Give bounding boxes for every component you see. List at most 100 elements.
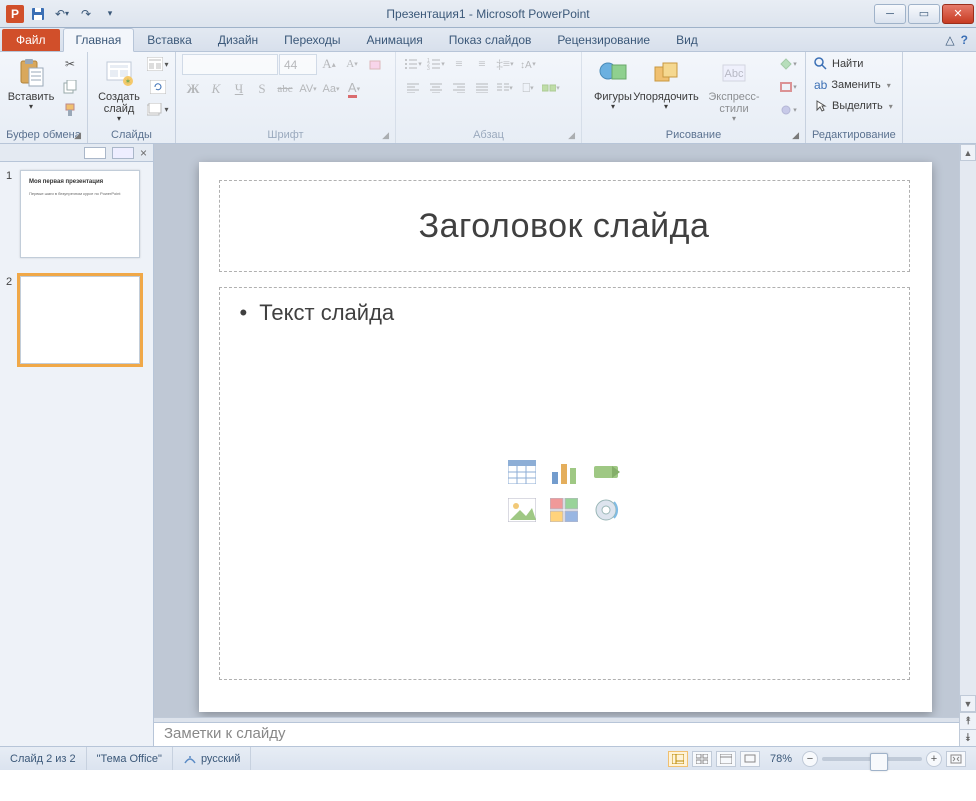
workspace: × 1 Моя первая презентация Первые шаги в… (0, 144, 976, 746)
find-button[interactable]: Найти (812, 54, 865, 74)
align-left-icon[interactable] (402, 78, 424, 98)
help-icon[interactable]: ? (961, 33, 968, 47)
paste-button[interactable]: Вставить ▾ (6, 54, 56, 115)
font-size-input[interactable] (279, 54, 317, 75)
tab-review[interactable]: Рецензирование (544, 28, 663, 51)
tab-home[interactable]: Главная (63, 28, 135, 52)
section-icon[interactable]: ▾ (147, 100, 169, 120)
reading-view-icon[interactable] (716, 751, 736, 767)
thumb-2[interactable]: 2 (6, 276, 147, 364)
spacing-button[interactable]: AV▾ (297, 79, 319, 99)
line-spacing-icon[interactable]: ‡≡▾ (494, 54, 516, 74)
outline-tab-icon[interactable] (112, 147, 134, 159)
paragraph-launcher-icon[interactable]: ◢ (568, 130, 575, 141)
increase-indent-icon[interactable]: ≡ (471, 54, 493, 74)
case-button[interactable]: Aa▾ (320, 79, 342, 99)
undo-icon[interactable]: ↶▾ (52, 4, 72, 24)
insert-clipart-icon[interactable] (546, 494, 582, 526)
shrink-font-icon[interactable]: A▾ (341, 54, 363, 74)
clipboard-launcher-icon[interactable]: ◢ (74, 130, 81, 141)
new-slide-button[interactable]: ✶ Создать слайд ▾ (94, 54, 144, 127)
smartart-icon[interactable]: ▾ (540, 78, 562, 98)
maximize-button[interactable]: ▭ (908, 4, 940, 24)
next-slide-icon[interactable]: ⯯ (960, 729, 976, 746)
redo-icon[interactable]: ↷ (76, 4, 96, 24)
language-indicator[interactable]: русский (173, 747, 251, 770)
slide-canvas[interactable]: Заголовок слайда Текст слайда (199, 162, 932, 712)
layout-icon[interactable]: ▾ (147, 54, 169, 74)
clipboard-label: Буфер обмена (6, 129, 81, 141)
align-text-icon[interactable]: ⎕▾ (517, 78, 539, 98)
minimize-button[interactable]: ─ (874, 4, 906, 24)
copy-icon[interactable] (59, 77, 81, 97)
normal-view-icon[interactable] (668, 751, 688, 767)
justify-icon[interactable] (471, 78, 493, 98)
replace-button[interactable]: abЗаменить▾ (812, 75, 893, 95)
qat-dropdown-icon[interactable]: ▾ (100, 4, 120, 24)
drawing-launcher-icon[interactable]: ◢ (792, 130, 799, 141)
italic-button[interactable]: К (205, 79, 227, 99)
strike-button[interactable]: abc (274, 79, 296, 99)
font-launcher-icon[interactable]: ◢ (382, 130, 389, 141)
decrease-indent-icon[interactable]: ≡ (448, 54, 470, 74)
shape-effects-icon[interactable]: ▾ (777, 100, 799, 120)
theme-indicator[interactable]: "Тема Office" (87, 747, 173, 770)
arrange-button[interactable]: Упорядочить▾ (641, 54, 691, 115)
cut-icon[interactable]: ✂ (59, 54, 81, 74)
minimize-ribbon-icon[interactable]: △ (945, 33, 954, 47)
underline-button[interactable]: Ч (228, 79, 250, 99)
select-button[interactable]: Выделить▾ (812, 96, 895, 116)
bold-button[interactable]: Ж (182, 79, 204, 99)
shapes-button[interactable]: Фигуры▾ (588, 54, 638, 115)
font-color-button[interactable]: A▾ (343, 79, 365, 99)
insert-media-icon[interactable] (588, 494, 624, 526)
title-placeholder[interactable]: Заголовок слайда (219, 180, 910, 272)
vertical-scrollbar[interactable]: ▲ ▼ ⯭ ⯯ (959, 144, 976, 746)
reset-icon[interactable] (147, 77, 169, 97)
file-tab[interactable]: Файл (2, 29, 60, 51)
shape-fill-icon[interactable]: ▾ (777, 54, 799, 74)
zoom-in-button[interactable]: + (926, 751, 942, 767)
scroll-up-icon[interactable]: ▲ (960, 144, 976, 161)
fit-button[interactable] (946, 751, 966, 767)
tab-animations[interactable]: Анимация (353, 28, 435, 51)
slideshow-view-icon[interactable] (740, 751, 760, 767)
clear-format-icon[interactable] (364, 54, 386, 74)
insert-smartart-icon[interactable] (588, 456, 624, 488)
tab-slideshow[interactable]: Показ слайдов (436, 28, 545, 51)
grow-font-icon[interactable]: A▴ (318, 54, 340, 74)
tab-insert[interactable]: Вставка (134, 28, 205, 51)
format-painter-icon[interactable] (59, 100, 81, 120)
slides-tab-icon[interactable] (84, 147, 106, 159)
insert-chart-icon[interactable] (546, 456, 582, 488)
body-placeholder[interactable]: Текст слайда (219, 287, 910, 680)
shape-outline-icon[interactable]: ▾ (777, 77, 799, 97)
thumb-1[interactable]: 1 Моя первая презентация Первые шаги в б… (6, 170, 147, 258)
scroll-down-icon[interactable]: ▼ (960, 695, 976, 712)
tab-transitions[interactable]: Переходы (271, 28, 353, 51)
quick-styles-button[interactable]: Abc Экспресс-стили▾ (694, 54, 774, 127)
font-name-input[interactable] (182, 54, 278, 75)
zoom-out-button[interactable]: − (802, 751, 818, 767)
sorter-view-icon[interactable] (692, 751, 712, 767)
notes-pane[interactable]: Заметки к слайду (154, 722, 959, 746)
bullets-icon[interactable]: ▾ (402, 54, 424, 74)
align-center-icon[interactable] (425, 78, 447, 98)
shadow-button[interactable]: S (251, 79, 273, 99)
insert-table-icon[interactable] (504, 456, 540, 488)
zoom-level[interactable]: 78% (770, 753, 792, 765)
close-button[interactable]: ✕ (942, 4, 974, 24)
prev-slide-icon[interactable]: ⯭ (960, 712, 976, 729)
slide-indicator[interactable]: Слайд 2 из 2 (0, 747, 87, 770)
tab-design[interactable]: Дизайн (205, 28, 271, 51)
save-icon[interactable] (28, 4, 48, 24)
text-direction-icon[interactable]: ↕A▾ (517, 54, 539, 74)
align-right-icon[interactable] (448, 78, 470, 98)
numbering-icon[interactable]: 123▾ (425, 54, 447, 74)
tab-view[interactable]: Вид (663, 28, 711, 51)
app-icon[interactable]: P (6, 5, 24, 23)
insert-picture-icon[interactable] (504, 494, 540, 526)
columns-icon[interactable]: ▾ (494, 78, 516, 98)
zoom-slider[interactable] (822, 757, 922, 761)
pane-close-icon[interactable]: × (140, 146, 147, 160)
